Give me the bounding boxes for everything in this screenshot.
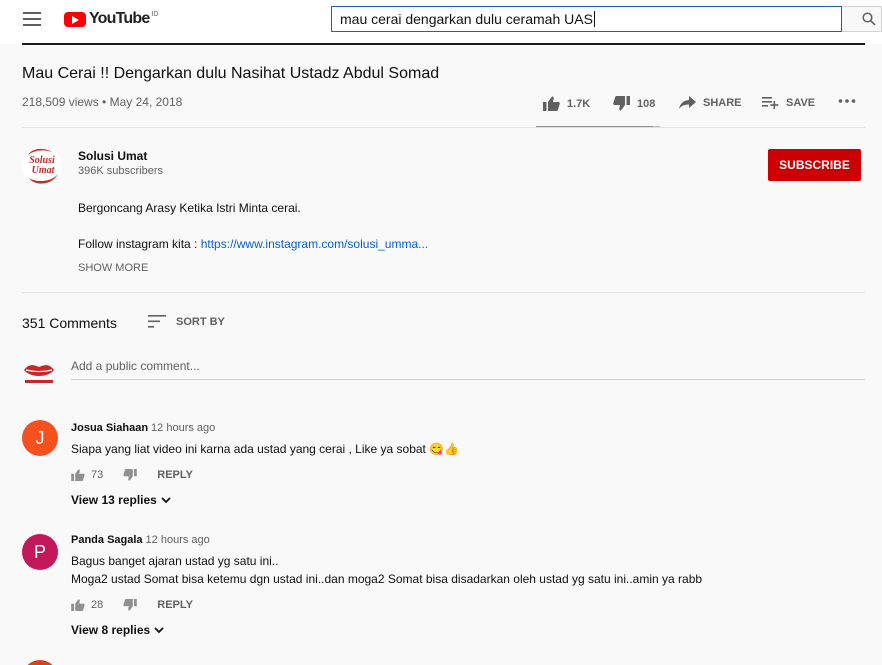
comment-line: Siapa yang liat video ini karna ada usta… — [71, 442, 460, 456]
search-input[interactable]: mau cerai dengarkan dulu ceramah UAS — [331, 6, 842, 32]
commenter-avatar[interactable]: P — [22, 534, 58, 570]
masthead: YouTube ID mau cerai dengarkan dulu cera… — [0, 0, 882, 44]
comment-actions: 28 REPLY — [71, 599, 193, 611]
more-horizontal-icon — [838, 99, 856, 103]
youtube-logo[interactable]: YouTube ID — [64, 9, 158, 29]
lips-logo-icon — [24, 365, 54, 383]
comment-header: Josua Siahaan 12 hours ago — [71, 422, 215, 434]
subscriber-count: 396K subscribers — [78, 165, 163, 177]
player-bottom-edge — [22, 43, 865, 45]
like-button[interactable]: 1.7K — [543, 96, 590, 111]
instagram-link[interactable]: https://www.instagram.com/solusi_umma... — [201, 237, 428, 251]
sort-by-button[interactable]: SORT BY — [148, 315, 225, 328]
like-count: 1.7K — [567, 97, 591, 110]
channel-logo: Solusi Umat — [28, 148, 58, 184]
description-link-line: Follow instagram kita : https://www.inst… — [78, 237, 428, 251]
sort-icon — [148, 315, 166, 328]
thumbs-down-icon[interactable] — [123, 469, 138, 481]
channel-avatar[interactable]: Solusi Umat — [22, 146, 62, 186]
comment-author[interactable]: Josua Siahaan — [71, 422, 148, 434]
share-icon — [679, 96, 696, 109]
view-replies-label: View 8 replies — [71, 623, 151, 637]
comment-count: 351 Comments — [22, 315, 117, 331]
share-label: SHARE — [703, 96, 742, 109]
video-title: Mau Cerai !! Dengarkan dulu Nasihat Usta… — [22, 65, 440, 82]
subscribe-button[interactable]: SUBSCRIBE — [768, 149, 861, 181]
comment-text: Bagus banget ajaran ustad yg satu ini.. … — [71, 552, 702, 588]
logo-region: ID — [151, 11, 159, 18]
comment-line: Moga2 ustad Somat bisa ketemu dgn ustad … — [71, 572, 703, 586]
show-more-button[interactable]: SHOW MORE — [78, 262, 148, 274]
comment-like-count: 73 — [91, 469, 104, 481]
chevron-down-icon — [154, 626, 164, 633]
search-input-value: mau cerai dengarkan dulu ceramah UAS — [340, 11, 593, 27]
comment-line: Bagus banget ajaran ustad yg satu ini.. — [71, 554, 279, 568]
share-button[interactable]: SHARE — [679, 96, 742, 109]
search-button[interactable] — [842, 6, 882, 32]
divider — [22, 292, 865, 293]
divider — [22, 127, 865, 128]
comment-author[interactable]: Panda Sagala — [71, 534, 143, 546]
commenter-avatar[interactable]: J — [22, 420, 58, 456]
add-comment-input[interactable]: Add a public comment... — [71, 359, 865, 380]
comment-actions: 73 REPLY — [71, 469, 193, 481]
logo-text: YouTube — [89, 10, 150, 27]
video-views-date: 218,509 views • May 24, 2018 — [22, 95, 183, 109]
description-line: Bergoncang Arasy Ketika Istri Minta cera… — [78, 201, 301, 215]
comment-text: Siapa yang liat video ini karna ada usta… — [71, 440, 459, 458]
thumbs-up-icon[interactable] — [71, 599, 85, 611]
channel-name[interactable]: Solusi Umat — [78, 149, 147, 163]
dislike-button[interactable]: 108 — [613, 96, 655, 111]
comment-time[interactable]: 12 hours ago — [146, 534, 210, 546]
menu-icon[interactable] — [23, 12, 41, 26]
dislike-count: 108 — [637, 97, 656, 110]
description-prefix: Follow instagram kita : — [78, 237, 201, 251]
svg-text:Umat: Umat — [32, 165, 56, 176]
sort-label: SORT BY — [176, 315, 225, 328]
comment-like-count: 28 — [91, 599, 104, 611]
reply-button[interactable]: REPLY — [157, 469, 193, 481]
play-icon — [64, 11, 86, 27]
view-replies-button[interactable]: View 13 replies — [71, 493, 171, 507]
more-actions-button[interactable] — [838, 98, 863, 104]
user-avatar — [22, 358, 56, 392]
comment-header: Panda Sagala 12 hours ago — [71, 534, 210, 546]
reply-button[interactable]: REPLY — [157, 599, 193, 611]
commenter-avatar[interactable] — [22, 660, 58, 665]
thumbs-up-icon — [543, 96, 560, 111]
thumbs-up-icon[interactable] — [71, 469, 85, 481]
view-replies-label: View 13 replies — [71, 493, 157, 507]
save-label: SAVE — [786, 96, 816, 109]
comment-time[interactable]: 12 hours ago — [151, 422, 215, 434]
chevron-down-icon — [161, 496, 171, 503]
save-button[interactable]: SAVE — [762, 96, 815, 109]
playlist-add-icon — [762, 97, 779, 109]
search-icon — [862, 12, 876, 26]
thumbs-down-icon — [613, 96, 630, 111]
view-replies-button[interactable]: View 8 replies — [71, 623, 164, 637]
thumbs-down-icon[interactable] — [123, 599, 138, 611]
